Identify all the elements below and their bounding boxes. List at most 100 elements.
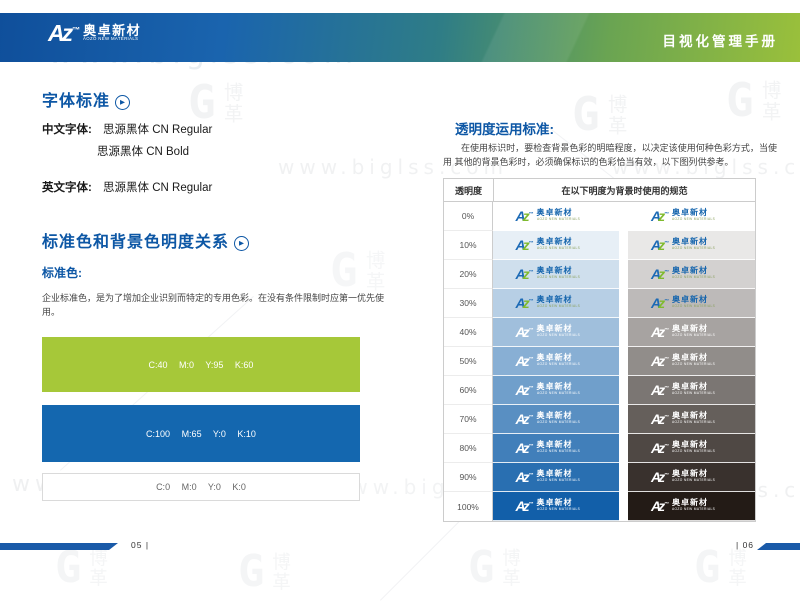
- table-row: 30% Az™ 奥卓新材AOZO NEW MATERIALS Az™ 奥卓新材A…: [444, 289, 755, 318]
- gray-background-swatch: Az™ 奥卓新材AOZO NEW MATERIALS: [628, 492, 755, 521]
- brand-logo-text: 奥卓新材AOZO NEW MATERIALS: [537, 296, 597, 309]
- color-swatch-green: C:40 M:0 Y:95 K:60: [42, 337, 360, 392]
- gray-background-swatch: Az™ 奥卓新材AOZO NEW MATERIALS: [628, 405, 755, 434]
- column-gap: [619, 289, 628, 318]
- transparency-percent: 40%: [444, 318, 493, 347]
- brand-logo-mark-icon: Az™: [651, 441, 668, 455]
- watermark-logo-icon: G博革: [238, 552, 319, 593]
- font-spec-english: 英文字体: 思源黑体 CN Regular: [42, 179, 212, 195]
- standard-color-description: 企业标准色，是为了增加企业识别而特定的专用色彩。在没有条件限制时应第一优先使用。: [42, 291, 392, 319]
- brand-logo-mark-icon: Az™: [516, 499, 533, 513]
- table-row: 40% Az™ 奥卓新材AOZO NEW MATERIALS Az™ 奥卓新材A…: [444, 318, 755, 347]
- brand-logo: Az™ 奥卓新材AOZO NEW MATERIALS: [651, 441, 732, 455]
- blue-background-swatch: Az™ 奥卓新材AOZO NEW MATERIALS: [493, 434, 619, 463]
- gray-background-swatch: Az™ 奥卓新材AOZO NEW MATERIALS: [628, 463, 755, 492]
- gray-background-swatch: Az™ 奥卓新材AOZO NEW MATERIALS: [628, 289, 755, 318]
- gray-background-swatch: Az™ 奥卓新材AOZO NEW MATERIALS: [628, 260, 755, 289]
- transparency-percent: 20%: [444, 260, 493, 289]
- watermark-logo-icon: G博革: [726, 80, 800, 123]
- brand-logo: Az™ 奥卓新材AOZO NEW MATERIALS: [651, 325, 732, 339]
- transparency-rows: 0% Az™ 奥卓新材AOZO NEW MATERIALS Az™ 奥卓新材AO…: [444, 202, 755, 521]
- brand-logo-mark-icon: Az™: [516, 296, 533, 310]
- table-row: 50% Az™ 奥卓新材AOZO NEW MATERIALS Az™ 奥卓新材A…: [444, 347, 755, 376]
- brand-logo-text: 奥卓新材AOZO NEW MATERIALS: [672, 267, 732, 280]
- trademark-symbol: ™: [529, 241, 533, 246]
- column-gap: [619, 463, 628, 492]
- blue-background-swatch: Az™ 奥卓新材AOZO NEW MATERIALS: [493, 347, 619, 376]
- blue-background-swatch: Az™ 奥卓新材AOZO NEW MATERIALS: [493, 260, 619, 289]
- brand-logo-text: 奥卓新材AOZO NEW MATERIALS: [537, 209, 597, 222]
- brand-logo-mark-icon: Az™: [516, 325, 533, 339]
- trademark-symbol: ™: [529, 473, 533, 478]
- brand-logo-mark-icon: Az™: [651, 267, 668, 281]
- brand-logo: Az™ 奥卓新材AOZO NEW MATERIALS: [516, 238, 597, 252]
- column-gap: [619, 347, 628, 376]
- brand-logo-text: 奥卓新材AOZO NEW MATERIALS: [83, 24, 160, 44]
- cmyk-label: C:0 M:0 Y:0 K:0: [156, 482, 246, 492]
- document-title: 目视化管理手册: [663, 30, 779, 50]
- table-row: 10% Az™ 奥卓新材AOZO NEW MATERIALS Az™ 奥卓新材A…: [444, 231, 755, 260]
- gray-background-swatch: Az™ 奥卓新材AOZO NEW MATERIALS: [628, 231, 755, 260]
- blue-background-swatch: Az™ 奥卓新材AOZO NEW MATERIALS: [493, 318, 619, 347]
- brand-logo: Az™ 奥卓新材AOZO NEW MATERIALS: [651, 499, 732, 513]
- transparency-percent: 10%: [444, 231, 493, 260]
- play-icon: ▶: [234, 236, 249, 251]
- brand-logo-mark-icon: Az™: [516, 238, 533, 252]
- brand-logo-mark-icon: Az™: [516, 470, 533, 484]
- font-spec-value: 思源黑体 CN Bold: [97, 146, 189, 158]
- gray-background-swatch: Az™ 奥卓新材AOZO NEW MATERIALS: [628, 202, 755, 231]
- brand-logo-mark-icon: Az™: [651, 325, 668, 339]
- brand-logo: Az™ 奥卓新材AOZO NEW MATERIALS: [651, 354, 732, 368]
- brand-logo-text: 奥卓新材AOZO NEW MATERIALS: [672, 441, 732, 454]
- blue-background-swatch: Az™ 奥卓新材AOZO NEW MATERIALS: [493, 289, 619, 318]
- brand-logo-text: 奥卓新材AOZO NEW MATERIALS: [672, 296, 732, 309]
- brand-logo-mark-icon: Az™: [651, 499, 668, 513]
- blue-background-swatch: Az™ 奥卓新材AOZO NEW MATERIALS: [493, 492, 619, 521]
- brand-logo: Az™ 奥卓新材AOZO NEW MATERIALS: [651, 412, 732, 426]
- trademark-symbol: ™: [664, 473, 668, 478]
- brand-logo-text: 奥卓新材AOZO NEW MATERIALS: [537, 325, 597, 338]
- brand-logo: Az™ 奥卓新材AOZO NEW MATERIALS: [516, 470, 597, 484]
- brand-logo-text: 奥卓新材AOZO NEW MATERIALS: [537, 441, 597, 454]
- page-header: Az™ 奥卓新材AOZO NEW MATERIALS 目视化管理手册: [0, 13, 800, 62]
- table-row: 70% Az™ 奥卓新材AOZO NEW MATERIALS Az™ 奥卓新材A…: [444, 405, 755, 434]
- cmyk-label: C:40 M:0 Y:95 K:60: [149, 360, 254, 370]
- brand-logo: Az™ 奥卓新材AOZO NEW MATERIALS: [651, 209, 732, 223]
- brand-logo-text: 奥卓新材AOZO NEW MATERIALS: [672, 325, 732, 338]
- trademark-symbol: ™: [529, 415, 533, 420]
- transparency-percent: 60%: [444, 376, 493, 405]
- transparency-percent: 50%: [444, 347, 493, 376]
- blue-background-swatch: Az™ 奥卓新材AOZO NEW MATERIALS: [493, 405, 619, 434]
- trademark-symbol: ™: [529, 357, 533, 362]
- column-header-transparency: 透明度: [444, 179, 494, 201]
- trademark-symbol: ™: [664, 502, 668, 507]
- brand-logo-mark-icon: Az™: [48, 22, 79, 45]
- brand-logo-text: 奥卓新材AOZO NEW MATERIALS: [537, 499, 597, 512]
- brand-logo-text: 奥卓新材AOZO NEW MATERIALS: [672, 412, 732, 425]
- trademark-symbol: ™: [664, 270, 668, 275]
- transparency-percent: 100%: [444, 492, 493, 521]
- table-header-row: 透明度 在以下明度为背景时使用的规范: [444, 179, 755, 202]
- trademark-symbol: ™: [664, 415, 668, 420]
- transparency-table: 透明度 在以下明度为背景时使用的规范 0% Az™ 奥卓新材AOZO NEW M…: [443, 178, 756, 522]
- brand-logo-mark-icon: Az™: [651, 412, 668, 426]
- trademark-symbol: ™: [72, 25, 79, 34]
- footer-bar-right: [757, 543, 800, 550]
- trademark-symbol: ™: [664, 444, 668, 449]
- column-gap: [619, 202, 628, 231]
- trademark-symbol: ™: [529, 212, 533, 217]
- brand-logo: Az™ 奥卓新材AOZO NEW MATERIALS: [651, 470, 732, 484]
- trademark-symbol: ™: [664, 212, 668, 217]
- font-spec-value: 思源黑体 CN Regular: [103, 182, 212, 194]
- color-swatch-blue: C:100 M:65 Y:0 K:10: [42, 405, 360, 462]
- trademark-symbol: ™: [529, 270, 533, 275]
- brand-logo-text: 奥卓新材AOZO NEW MATERIALS: [672, 354, 732, 367]
- trademark-symbol: ™: [529, 444, 533, 449]
- transparency-percent: 70%: [444, 405, 493, 434]
- brand-logo-mark-icon: Az™: [651, 354, 668, 368]
- column-gap: [619, 405, 628, 434]
- brand-logo-text: 奥卓新材AOZO NEW MATERIALS: [537, 267, 597, 280]
- blue-background-swatch: Az™ 奥卓新材AOZO NEW MATERIALS: [493, 202, 619, 231]
- brand-logo-mark-icon: Az™: [516, 267, 533, 281]
- gray-background-swatch: Az™ 奥卓新材AOZO NEW MATERIALS: [628, 434, 755, 463]
